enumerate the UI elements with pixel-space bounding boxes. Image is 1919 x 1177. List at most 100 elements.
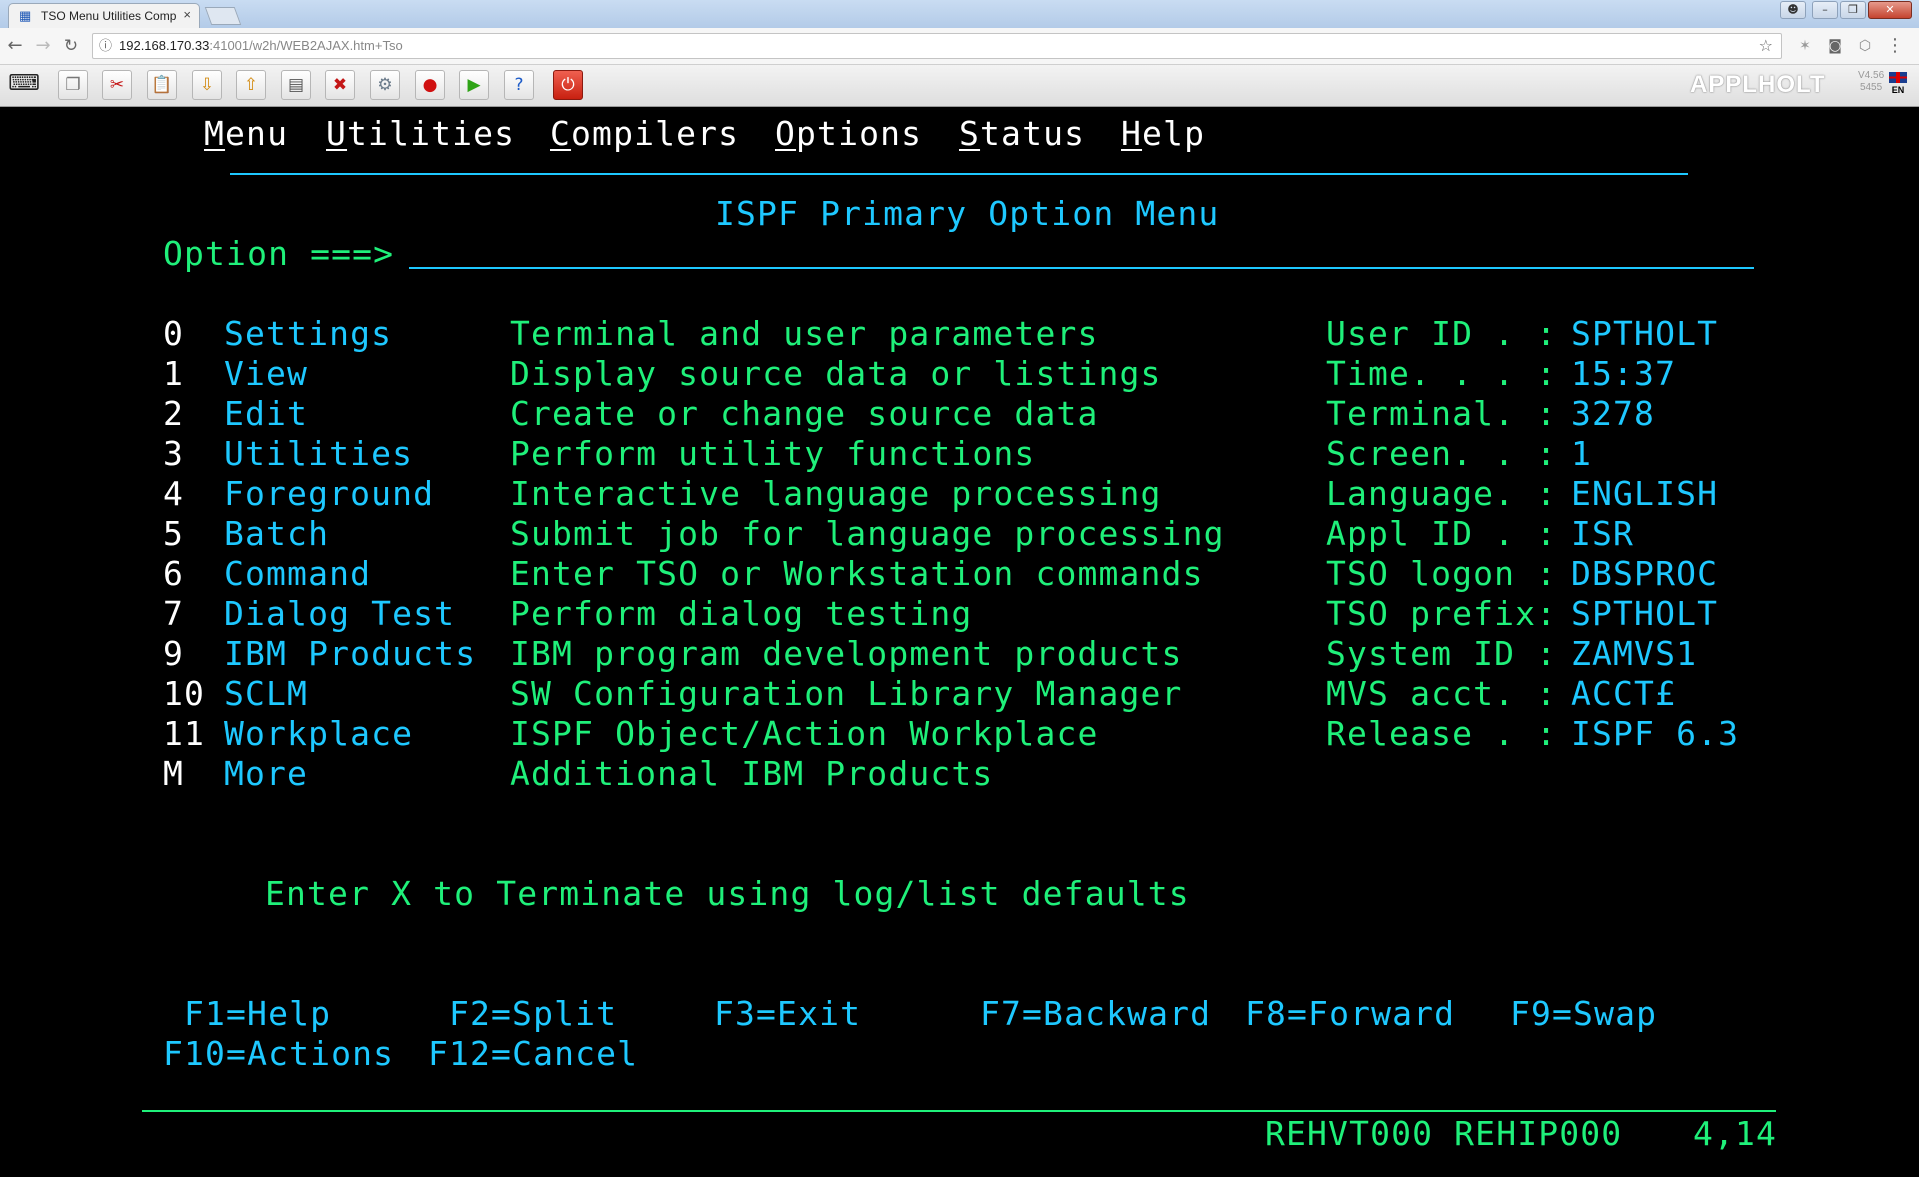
info-value: ISPF 6.3 [1571,714,1740,753]
option-name: View [224,354,309,393]
extension-icon[interactable]: ⬡ [1854,35,1876,57]
fkey-f10-actions[interactable]: F10=Actions [163,1034,394,1074]
terminal-screen[interactable]: Menu Utilities Compilers Options Status … [0,107,1919,1177]
info-value: DBSPROC [1571,554,1719,593]
new-tab-button[interactable] [204,7,242,25]
menu-item-menu[interactable]: Menu [204,114,288,154]
option-description: Interactive language processing [510,474,1162,513]
browser-menu-icon[interactable]: ⋮ [1884,35,1906,57]
language-selector[interactable]: EN [1887,72,1909,98]
version-number: V4.56 [1858,70,1885,81]
keyboard-icon[interactable]: ⌨ [6,70,42,100]
page-info-icon[interactable]: ⓘ [99,34,112,58]
mnemonic: M [204,114,226,153]
menu-item-options[interactable]: Options [775,114,922,154]
info-label: Appl ID . : [1326,514,1558,553]
option-description: Perform dialog testing [510,594,973,633]
mnemonic: C [550,114,572,153]
menu-label: tilities [347,114,516,153]
emulator-toolbar: ⌨ ❐ ✂ 📋 ⇩ ⇧ ▤ ✖ ⚙ ● ▶ ? ⏻ APPLHOLT V4.56… [0,65,1919,107]
profile-icon[interactable]: ☻ [1780,1,1806,19]
upload-icon[interactable]: ⇧ [236,70,266,100]
status-ids: REHVT000 REHIP000 [1265,1114,1623,1153]
menu-label: enu [225,114,289,153]
option-name: More [224,754,309,793]
cut-icon[interactable]: ✂ [102,70,132,100]
tab-title: TSO Menu Utilities Comp [41,9,177,23]
option-description: SW Configuration Library Manager [510,674,1183,713]
forward-arrow-icon[interactable]: → [32,35,54,57]
record-icon[interactable]: ● [415,70,445,100]
maximize-button[interactable]: ❐ [1840,1,1866,19]
option-name: Settings [224,314,393,353]
bookmark-star-icon[interactable]: ☆ [1759,34,1773,58]
fkey-f1-help[interactable]: F1=Help [184,994,331,1034]
info-label: User ID . : [1326,314,1558,353]
reload-icon[interactable]: ↻ [60,35,82,57]
tab-close-icon[interactable]: × [183,7,191,22]
fkey-f2-split[interactable]: F2=Split [449,994,617,1034]
option-number: 1 [163,354,185,393]
action-bar-separator [230,173,1688,175]
option-number: 3 [163,434,185,473]
option-description: Create or change source data [510,394,1099,433]
fkey-f3-exit[interactable]: F3=Exit [714,994,861,1034]
browser-tab[interactable]: ▦ TSO Menu Utilities Comp × [8,3,200,28]
url-host: 192.168.170.33 [119,38,210,53]
option-number: 0 [163,314,185,353]
info-label: Release . : [1326,714,1558,753]
play-icon[interactable]: ▶ [459,70,489,100]
close-window-button[interactable]: ✕ [1868,1,1912,19]
info-value: SPTHOLT [1571,594,1719,633]
info-value: 1 [1571,434,1593,473]
option-input-underline [409,267,1754,269]
menu-item-compilers[interactable]: Compilers [550,114,739,154]
info-label: Time. . . : [1326,354,1558,393]
status-line-separator [142,1110,1776,1112]
option-description: ISPF Object/Action Workplace [510,714,1099,753]
build-number: 5455 [1859,82,1883,93]
language-code: EN [1891,85,1905,95]
menu-label: elp [1142,114,1206,153]
panel-title: ISPF Primary Option Menu [715,194,1220,233]
brand-logo: APPLHOLT [1690,71,1826,98]
extension-icon[interactable]: ✶ [1794,35,1816,57]
option-name: Dialog Test [224,594,456,633]
menu-item-utilities[interactable]: Utilities [326,114,515,154]
back-arrow-icon[interactable]: ← [4,35,26,57]
option-description: IBM program development products [510,634,1183,673]
info-value: ZAMVS1 [1571,634,1698,673]
fkey-f12-cancel[interactable]: F12=Cancel [428,1034,638,1074]
flag-icon [1889,72,1907,83]
fkey-f8-forward[interactable]: F8=Forward [1245,994,1455,1034]
paste-icon[interactable]: 📋 [147,70,177,100]
fkey-f9-swap[interactable]: F9=Swap [1510,994,1657,1034]
copy-icon[interactable]: ❐ [58,70,88,100]
help-icon[interactable]: ? [504,70,534,100]
option-description: Perform utility functions [510,434,1036,473]
option-number: 4 [163,474,185,513]
url-path: :41001/w2h/WEB2AJAX.htm+Tso [209,38,403,53]
info-label: System ID : [1326,634,1558,673]
fkey-f7-backward[interactable]: F7=Backward [980,994,1211,1034]
disconnect-icon[interactable]: ✖ [325,70,355,100]
option-name: Utilities [224,434,414,473]
option-number: 6 [163,554,185,593]
option-description: Additional IBM Products [510,754,994,793]
option-number: 10 [163,674,206,713]
extension-icon[interactable]: ◙ [1824,35,1846,57]
power-icon[interactable]: ⏻ [553,70,583,100]
download-icon[interactable]: ⇩ [192,70,222,100]
browser-title-bar: ▦ TSO Menu Utilities Comp × ☻ – ❐ ✕ [0,0,1919,28]
address-bar[interactable]: ⓘ 192.168.170.33:41001/w2h/WEB2AJAX.htm+… [92,33,1782,59]
info-label: MVS acct. : [1326,674,1558,713]
menu-label: ptions [796,114,923,153]
menu-item-help[interactable]: Help [1121,114,1205,154]
settings-icon[interactable]: ⚙ [370,70,400,100]
info-label: Screen. . : [1326,434,1558,473]
option-description: Enter TSO or Workstation commands [510,554,1204,593]
info-label: TSO prefix: [1326,594,1558,633]
menu-item-status[interactable]: Status [959,114,1085,154]
minimize-button[interactable]: – [1812,1,1838,19]
print-icon[interactable]: ▤ [281,70,311,100]
